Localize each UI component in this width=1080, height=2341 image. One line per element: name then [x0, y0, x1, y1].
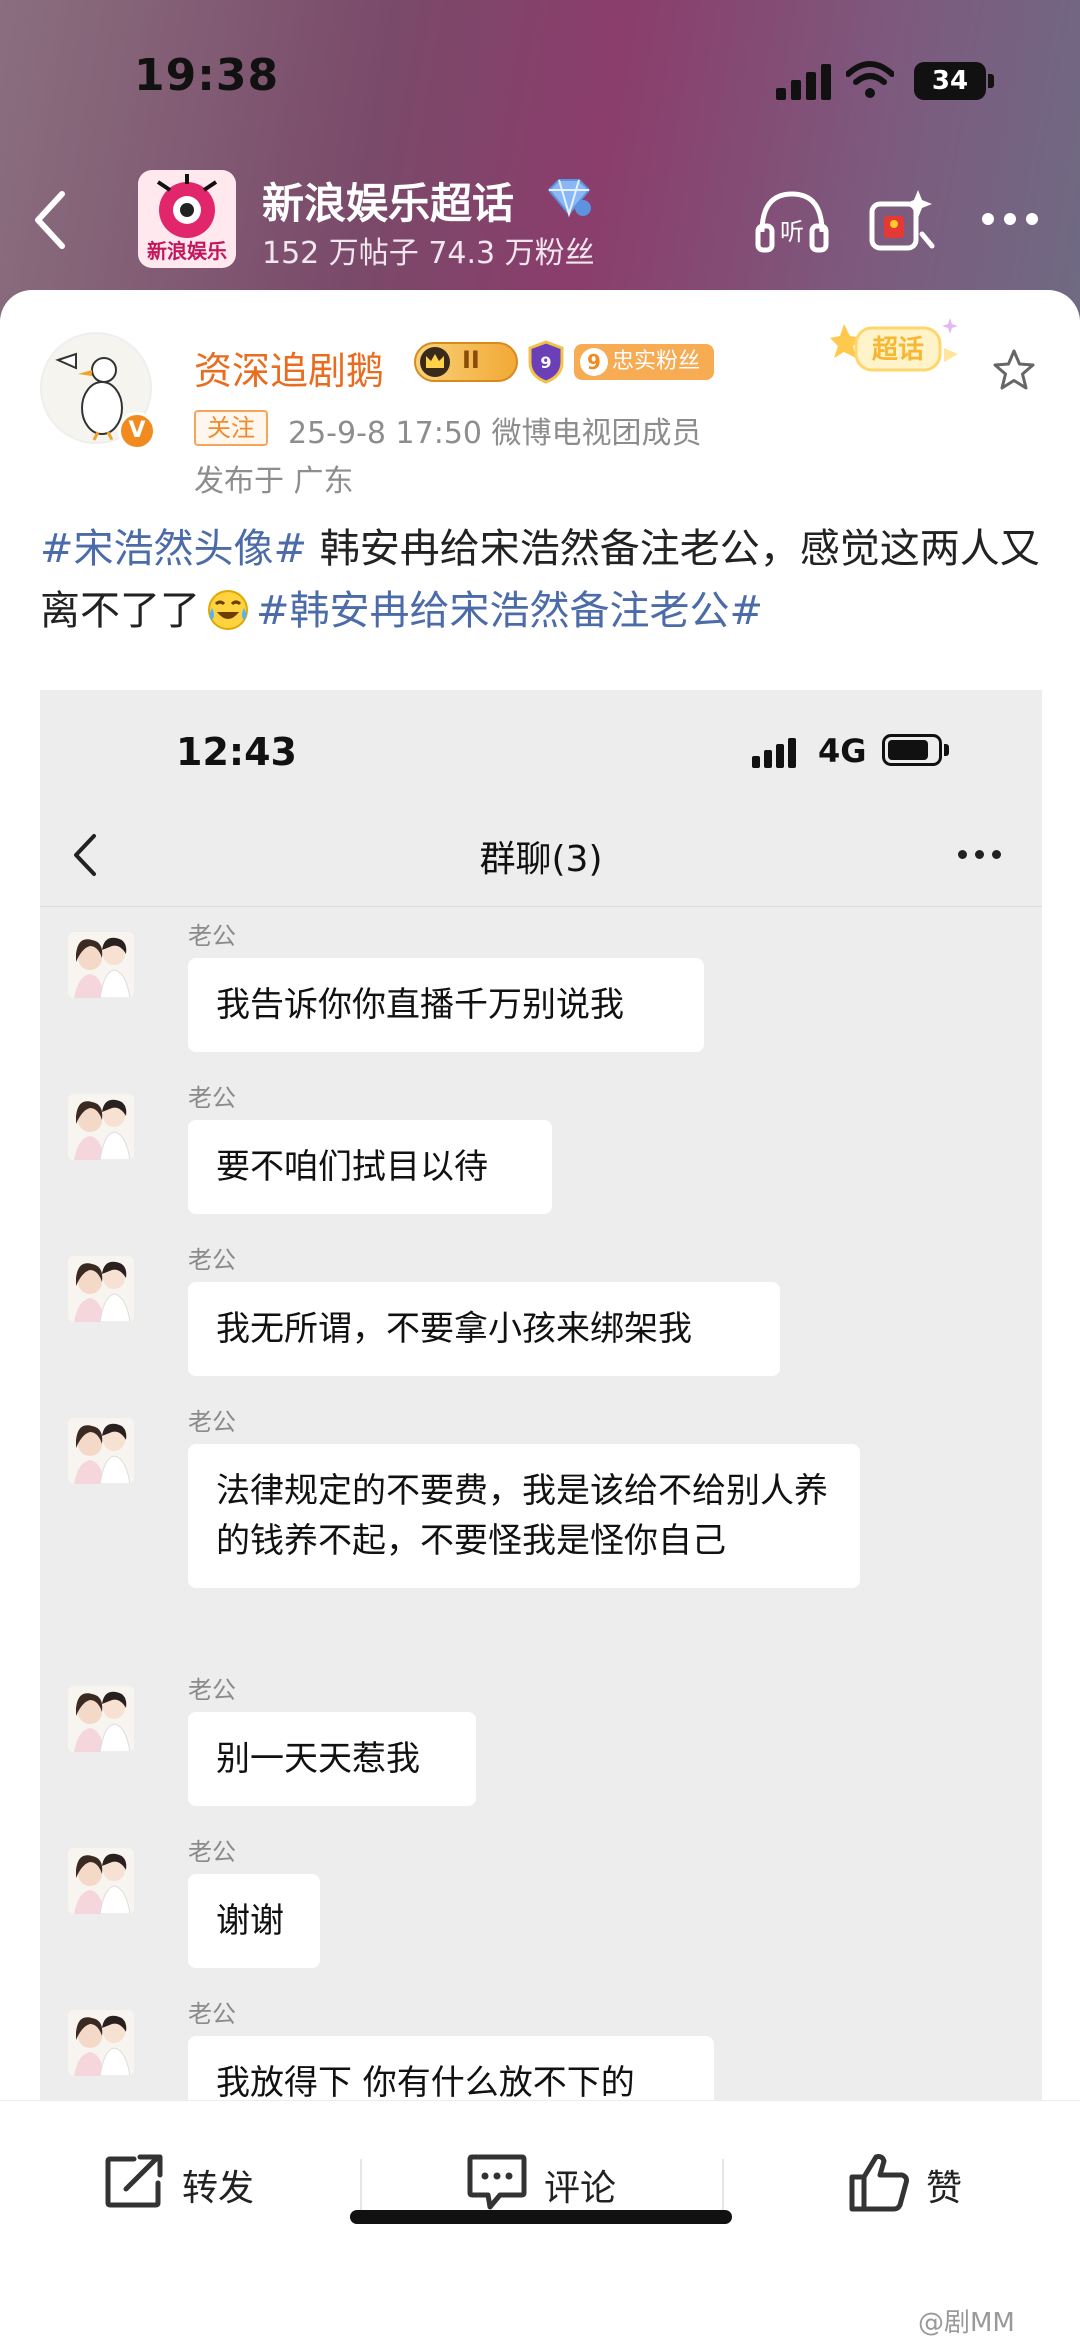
level-badge[interactable]: II — [414, 342, 518, 382]
svg-text:新浪娱乐: 新浪娱乐 — [147, 239, 227, 263]
svg-text:听: 听 — [780, 218, 804, 246]
post-location: 发布于 广东 — [194, 464, 354, 499]
status-bar: 19:38 34 — [0, 40, 1080, 120]
fan-level: 9 — [580, 348, 608, 376]
like-button[interactable]: 赞 — [848, 2151, 988, 2215]
image-battery-icon — [882, 734, 942, 766]
diamond-icon — [547, 179, 591, 218]
image-network: 4G — [818, 732, 867, 770]
battery-icon: 34 — [914, 62, 986, 100]
chat-avatar — [68, 1094, 134, 1160]
chat-avatar — [68, 2010, 134, 2076]
chat-sender-name: 老公 — [188, 2000, 236, 2028]
chat-sender-name: 老公 — [188, 922, 236, 950]
chat-bubble: 我放得下 你有什么放不下的 — [188, 2036, 714, 2110]
svg-text:9: 9 — [540, 353, 551, 372]
image-more-icon — [958, 850, 1002, 860]
topic-header: 新浪娱乐 新浪娱乐超话 152 万帖子 74.3 万粉丝 听 — [0, 150, 1080, 290]
post-text: #宋浩然头像# 韩安冉给宋浩然备注老公，感觉这两人又离不了了 #韩安冉给宋浩然备… — [40, 518, 1040, 642]
image-battery-tip — [944, 744, 949, 756]
crown-icon — [420, 347, 450, 377]
repost-button[interactable]: 转发 — [104, 2151, 284, 2215]
battery-tip — [988, 74, 994, 88]
image-signal-icon — [752, 738, 802, 768]
chat-bubble: 别一天天惹我 — [188, 1712, 476, 1806]
more-icon[interactable] — [978, 210, 1042, 230]
author-name[interactable]: 资深追剧鹅 — [194, 340, 384, 395]
chat-sender-name: 老公 — [188, 1246, 236, 1274]
chat-bubble: 法律规定的不要费，我是该给不给别人养的钱养不起，不要怪我是怪你自己 — [188, 1444, 860, 1588]
gift-icon[interactable] — [866, 186, 936, 254]
comment-button[interactable]: 评论 — [466, 2151, 646, 2215]
chat-bubble: 我告诉你你直播千万别说我 — [188, 958, 704, 1052]
status-time: 19:38 — [134, 50, 280, 101]
listen-icon[interactable]: 听 — [752, 188, 832, 254]
thumbs-up-icon — [849, 2154, 909, 2212]
shield-badge-icon[interactable]: 9 — [526, 340, 566, 384]
follow-tag[interactable]: 关注 — [194, 410, 268, 446]
repost-icon — [105, 2154, 163, 2208]
action-divider — [722, 2159, 724, 2211]
hashtag-link[interactable]: #韩安冉给宋浩然备注老公# — [256, 588, 763, 634]
chat-sender-name: 老公 — [188, 1408, 236, 1436]
chat-avatar — [68, 1686, 134, 1752]
signal-icon — [776, 64, 832, 100]
action-divider — [360, 2159, 362, 2211]
favorite-star-icon[interactable] — [992, 348, 1036, 392]
image-status-time: 12:43 — [176, 730, 297, 774]
chat-bubble: 我无所谓，不要拿小孩来绑架我 — [188, 1282, 780, 1376]
topic-avatar[interactable]: 新浪娱乐 — [138, 170, 236, 268]
chat-sender-name: 老公 — [188, 1838, 236, 1866]
image-divider — [40, 906, 1042, 907]
sina-eye-logo-icon: 新浪娱乐 — [147, 174, 227, 263]
post-card: V 资深追剧鹅 II 9 9 忠实粉丝 超话 关注 25-9-8 17:50 微… — [0, 290, 1080, 2110]
watermark: @剧MM — [918, 2308, 1015, 2338]
post-image[interactable]: 12:43 4G 群聊(3) 老公 我告诉你你直播千万别说我 老公 要不咱们拭目以待老… — [40, 690, 1042, 2110]
home-indicator — [350, 2210, 732, 2224]
image-chat-title: 群聊(3) — [479, 839, 603, 880]
svg-text:超话: 超话 — [872, 335, 924, 365]
verified-icon: V — [118, 412, 156, 450]
chat-sender-name: 老公 — [188, 1676, 236, 1704]
chat-avatar — [68, 1256, 134, 1322]
hashtag-link[interactable]: #宋浩然头像# — [40, 526, 307, 572]
chat-avatar — [68, 932, 134, 998]
topic-name[interactable]: 新浪娱乐超话 — [262, 170, 514, 231]
chat-sender-name: 老公 — [188, 1084, 236, 1112]
chat-avatar — [68, 1418, 134, 1484]
chat-bubble: 谢谢 — [188, 1874, 320, 1968]
back-icon[interactable] — [28, 188, 72, 252]
wifi-icon — [846, 61, 894, 98]
chat-avatar — [68, 1848, 134, 1914]
laugh-cry-emoji-icon — [208, 590, 248, 630]
comment-icon — [467, 2154, 527, 2210]
chaohua-badge-icon[interactable]: 超话 — [826, 314, 966, 380]
topic-stats: 152 万帖子 74.3 万粉丝 — [262, 236, 595, 271]
chat-bubble: 要不咱们拭目以待 — [188, 1120, 552, 1214]
fan-badge[interactable]: 9 忠实粉丝 — [574, 344, 714, 380]
post-meta: 25-9-8 17:50 微博电视团成员 — [288, 416, 702, 451]
